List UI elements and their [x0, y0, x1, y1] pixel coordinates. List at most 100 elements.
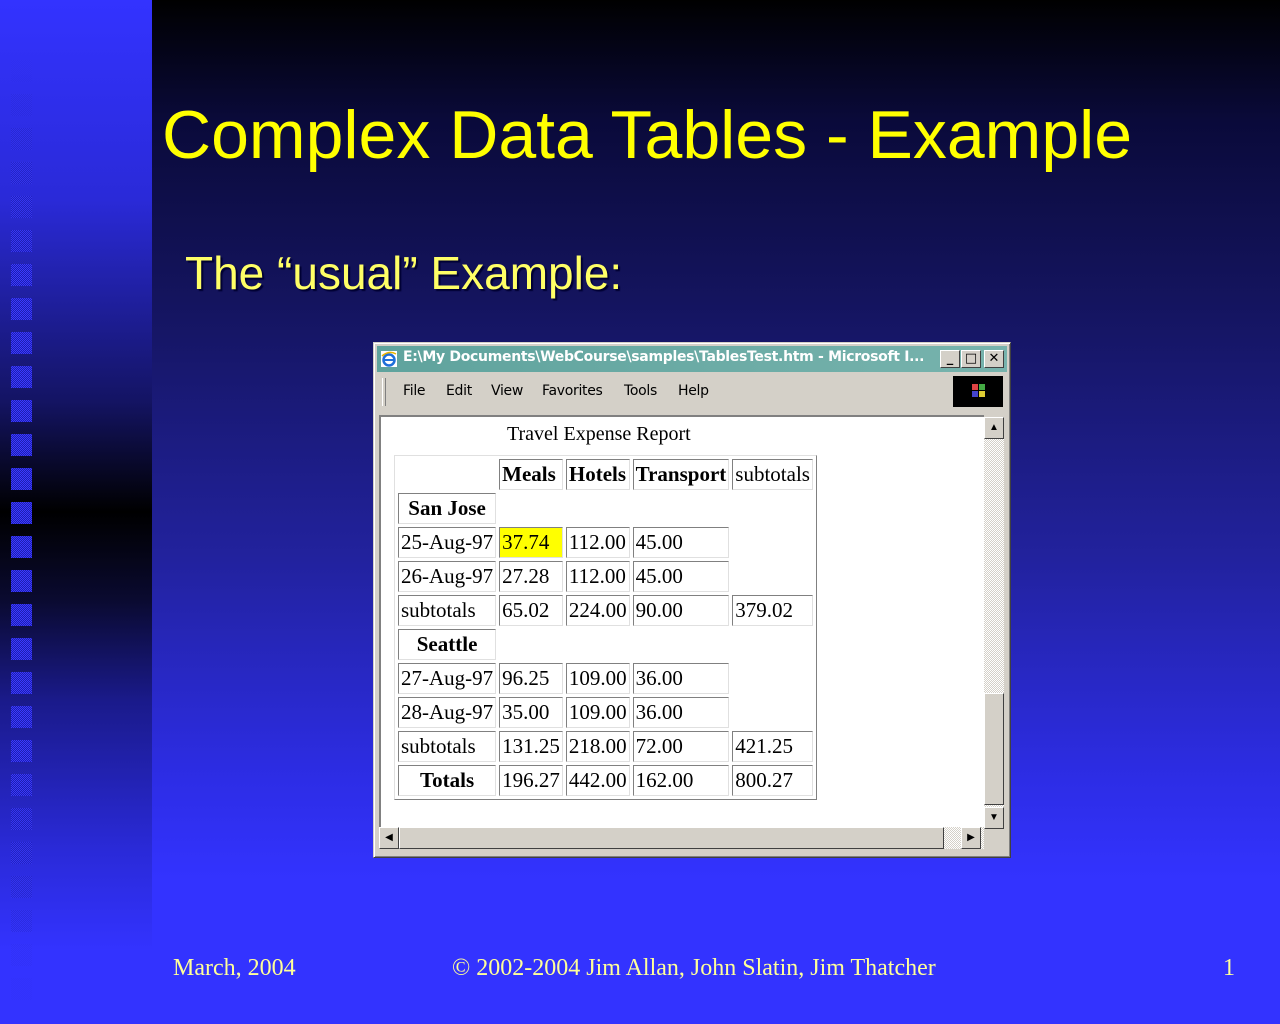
transport-cell: 36.00: [632, 663, 730, 694]
subtotal-cell: 421.25: [732, 731, 813, 762]
minimize-button[interactable]: _: [940, 350, 960, 368]
column-header-transport: Transport: [632, 459, 730, 490]
toolbar-grip[interactable]: [382, 378, 386, 406]
decorative-square: [11, 774, 32, 796]
subtotal-row: subtotals 65.02 224.00 90.00 379.02: [398, 595, 813, 626]
subtotal-cell: 379.02: [732, 595, 813, 626]
decorative-sidebar: [0, 0, 152, 1024]
decorative-square: [11, 876, 32, 898]
table-header-row: Meals Hotels Transport subtotals: [398, 459, 813, 490]
decorative-square: [11, 842, 32, 864]
meals-cell: 65.02: [499, 595, 563, 626]
decorative-square: [11, 502, 32, 524]
meals-cell: 35.00: [499, 697, 563, 728]
decorative-square: [11, 298, 32, 320]
decorative-square: [11, 978, 32, 1000]
decorative-square: [11, 366, 32, 388]
table-row: 27-Aug-97 96.25 109.00 36.00: [398, 663, 813, 694]
meals-cell-highlighted: 37.74: [499, 527, 563, 558]
horizontal-scroll-thumb[interactable]: [399, 827, 944, 849]
meals-cell: 96.25: [499, 663, 563, 694]
menu-view[interactable]: View: [491, 383, 523, 399]
slide-subtitle: The “usual” Example:: [185, 247, 623, 299]
hotels-cell: 112.00: [565, 527, 630, 558]
date-cell: 25-Aug-97: [398, 527, 497, 558]
meals-total-cell: 196.27: [499, 765, 563, 796]
hotels-total-cell: 442.00: [565, 765, 630, 796]
footer-date: March, 2004: [173, 955, 296, 981]
ie-icon: [381, 351, 397, 367]
decorative-square: [11, 196, 32, 218]
transport-cell: 36.00: [632, 697, 730, 728]
vertical-scrollbar[interactable]: ▲ ▼: [984, 417, 1004, 829]
totals-label: Totals: [398, 765, 497, 796]
decorative-square: [11, 706, 32, 728]
decorative-square: [11, 910, 32, 932]
horizontal-scrollbar[interactable]: ◀ ▶: [379, 827, 984, 849]
decorative-square: [11, 332, 32, 354]
table-row: 28-Aug-97 35.00 109.00 36.00: [398, 697, 813, 728]
transport-total-cell: 162.00: [632, 765, 730, 796]
maximize-button[interactable]: □: [961, 350, 981, 368]
slide-title: Complex Data Tables - Example: [162, 97, 1133, 173]
date-cell: 27-Aug-97: [398, 663, 497, 694]
menu-file[interactable]: File: [403, 383, 426, 399]
menu-edit[interactable]: Edit: [446, 383, 472, 399]
meals-cell: 131.25: [499, 731, 563, 762]
hotels-cell: 109.00: [565, 697, 630, 728]
scroll-right-button[interactable]: ▶: [961, 827, 981, 849]
empty-header-cell: [398, 459, 496, 490]
menu-favorites[interactable]: Favorites: [542, 383, 603, 399]
table-row: 25-Aug-97 37.74 112.00 45.00: [398, 527, 813, 558]
decorative-square: [11, 434, 32, 456]
scroll-up-button[interactable]: ▲: [984, 417, 1004, 439]
browser-content: Travel Expense Report Meals Hotels Trans…: [379, 415, 984, 827]
hotels-cell: 224.00: [565, 595, 630, 626]
subtotal-label: subtotals: [398, 731, 497, 762]
column-header-hotels: Hotels: [565, 459, 630, 490]
date-cell: 28-Aug-97: [398, 697, 497, 728]
decorative-square: [11, 740, 32, 762]
footer-copyright: © 2002-2004 Jim Allan, John Slatin, Jim …: [452, 955, 936, 981]
transport-cell: 90.00: [632, 595, 730, 626]
totals-row: Totals 196.27 442.00 162.00 800.27: [398, 765, 813, 796]
table-row: 26-Aug-97 27.28 112.00 45.00: [398, 561, 813, 592]
decorative-square: [11, 604, 32, 626]
group-header-row: San Jose: [398, 493, 813, 524]
hotels-cell: 109.00: [565, 663, 630, 694]
transport-cell: 45.00: [632, 527, 730, 558]
footer-page-number: 1: [1223, 955, 1235, 981]
subtotal-row: subtotals 131.25 218.00 72.00 421.25: [398, 731, 813, 762]
hotels-cell: 218.00: [565, 731, 630, 762]
decorative-square: [11, 468, 32, 490]
decorative-square: [11, 536, 32, 558]
meals-cell: 27.28: [499, 561, 563, 592]
windows-logo-icon: [953, 376, 1003, 407]
scroll-down-button[interactable]: ▼: [984, 807, 1004, 829]
date-cell: 26-Aug-97: [398, 561, 497, 592]
decorative-square: [11, 638, 32, 660]
decorative-square: [11, 264, 32, 286]
scroll-left-button[interactable]: ◀: [379, 827, 399, 849]
menu-bar: File Edit View Favorites Tools Help: [377, 374, 1007, 410]
decorative-square: [11, 162, 32, 184]
decorative-square: [11, 944, 32, 966]
vertical-scroll-thumb[interactable]: [984, 693, 1004, 805]
browser-window-title: E:\My Documents\WebCourse\samples\Tables…: [403, 349, 925, 365]
menu-tools[interactable]: Tools: [624, 383, 657, 399]
group-header-seattle: Seattle: [398, 629, 497, 660]
browser-title-bar[interactable]: E:\My Documents\WebCourse\samples\Tables…: [377, 346, 1007, 372]
subtotal-label: subtotals: [398, 595, 497, 626]
column-header-subtotals: subtotals: [732, 459, 813, 490]
grand-total-cell: 800.27: [732, 765, 813, 796]
hotels-cell: 112.00: [565, 561, 630, 592]
close-button[interactable]: ✕: [984, 350, 1004, 368]
expense-table: Meals Hotels Transport subtotals San Jos…: [394, 455, 817, 800]
menu-help[interactable]: Help: [678, 383, 709, 399]
group-header-san-jose: San Jose: [398, 493, 497, 524]
decorative-square: [11, 60, 32, 82]
decorative-square: [11, 128, 32, 150]
decorative-square: [11, 808, 32, 830]
decorative-square: [11, 570, 32, 592]
decorative-square: [11, 230, 32, 252]
